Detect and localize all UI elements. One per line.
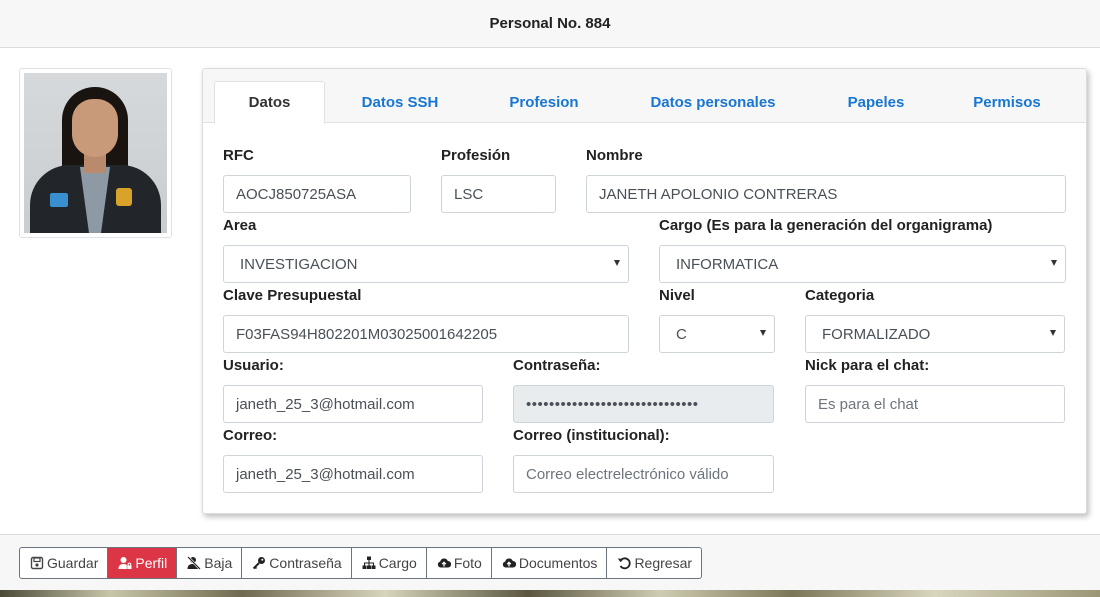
nick-label: Nick para el chat:	[805, 357, 930, 374]
guardar-button[interactable]: Guardar	[20, 548, 109, 578]
clave-label: Clave Presupuestal	[223, 287, 362, 304]
tab-datos-personales[interactable]: Datos personales	[638, 81, 788, 124]
baja-button[interactable]: Baja	[177, 548, 243, 578]
tab-datos-ssh[interactable]: Datos SSH	[343, 81, 457, 124]
nivel-select-value: C	[676, 325, 687, 343]
chevron-down-icon	[1051, 260, 1057, 266]
usuario-input[interactable]: janeth_25_3@hotmail.com	[223, 385, 483, 423]
usuario-label: Usuario:	[223, 357, 284, 374]
regresar-button-label: Regresar	[634, 555, 693, 571]
tab-datos[interactable]: Datos	[214, 81, 325, 124]
tab-permisos[interactable]: Permisos	[961, 81, 1053, 124]
area-select[interactable]: INVESTIGACION	[223, 245, 629, 283]
cargo-button-label: Cargo	[378, 555, 417, 571]
guardar-button-label: Guardar	[47, 555, 99, 571]
perfil-button[interactable]: Perfil	[108, 548, 178, 578]
profesion-input[interactable]: LSC	[441, 175, 556, 213]
categoria-label: Categoria	[805, 287, 875, 304]
cargo-select[interactable]: INFORMATICA	[659, 245, 1066, 283]
nombre-input[interactable]: JANETH APOLONIO CONTRERAS	[586, 175, 1066, 213]
perfil-button-label: Perfil	[135, 555, 168, 571]
contrasena-input: ••••••••••••••••••••••••••••••	[513, 385, 774, 423]
regresar-button[interactable]: Regresar	[607, 548, 701, 578]
correo-label: Correo:	[223, 427, 278, 444]
background-image-strip	[0, 590, 1100, 597]
rfc-input[interactable]: AOCJ850725ASA	[223, 175, 411, 213]
contrasena-button-label: Contraseña	[269, 555, 342, 571]
foto-button[interactable]: Foto	[427, 548, 492, 578]
chevron-down-icon	[614, 260, 620, 266]
profile-photo	[24, 73, 167, 233]
save-icon	[30, 556, 44, 570]
correo-institucional-input[interactable]: Correo electrelectrónico válido	[513, 455, 774, 493]
area-label: Area	[223, 217, 257, 234]
profile-photo-card	[19, 68, 172, 238]
correo-input[interactable]: janeth_25_3@hotmail.com	[223, 455, 483, 493]
area-select-value: INVESTIGACION	[240, 255, 358, 273]
baja-button-label: Baja	[204, 555, 233, 571]
tab-bar: Datos Datos SSH Profesion Datos personal…	[203, 69, 1086, 124]
cargo-select-value: INFORMATICA	[676, 255, 779, 273]
chevron-down-icon	[760, 330, 766, 336]
documentos-button-label: Documentos	[518, 555, 598, 571]
user-remove-icon	[187, 556, 202, 570]
categoria-select[interactable]: FORMALIZADO	[805, 315, 1065, 353]
nivel-label: Nivel	[659, 287, 695, 304]
documentos-button[interactable]: Documentos	[492, 548, 608, 578]
key-icon	[253, 557, 266, 570]
cargo-button[interactable]: Cargo	[352, 548, 427, 578]
foto-button-label: Foto	[453, 555, 482, 571]
contrasena-label: Contraseña:	[513, 357, 601, 374]
nick-input[interactable]: Es para el chat	[805, 385, 1065, 423]
user-lock-icon	[118, 557, 132, 569]
clave-input[interactable]: F03FAS94H802201M03025001642205	[223, 315, 629, 353]
tab-papeles[interactable]: Papeles	[834, 81, 918, 124]
profesion-label: Profesión	[441, 147, 511, 164]
cloud-upload-icon	[437, 558, 451, 568]
contrasena-button[interactable]: Contraseña	[242, 548, 352, 578]
org-chart-icon	[362, 556, 376, 569]
tab-profesion[interactable]: Profesion	[493, 81, 595, 124]
action-button-group: Guardar Perfil Baja Contraseña Cargo Fot…	[19, 547, 703, 579]
correo-institucional-label: Correo (institucional):	[513, 427, 670, 444]
page-title: Personal No. 884	[489, 15, 611, 32]
undo-icon	[618, 557, 632, 570]
cloud-upload-icon	[502, 558, 516, 568]
form-panel: Datos Datos SSH Profesion Datos personal…	[202, 68, 1087, 514]
action-bar: Guardar Perfil Baja Contraseña Cargo Fot…	[0, 534, 1100, 590]
nivel-select[interactable]: C	[659, 315, 775, 353]
page-header: Personal No. 884	[0, 0, 1100, 48]
cargo-label: Cargo (Es para la generación del organig…	[659, 217, 993, 234]
nombre-label: Nombre	[586, 147, 643, 164]
rfc-label: RFC	[223, 147, 254, 164]
chevron-down-icon	[1050, 330, 1056, 336]
categoria-select-value: FORMALIZADO	[822, 325, 931, 343]
